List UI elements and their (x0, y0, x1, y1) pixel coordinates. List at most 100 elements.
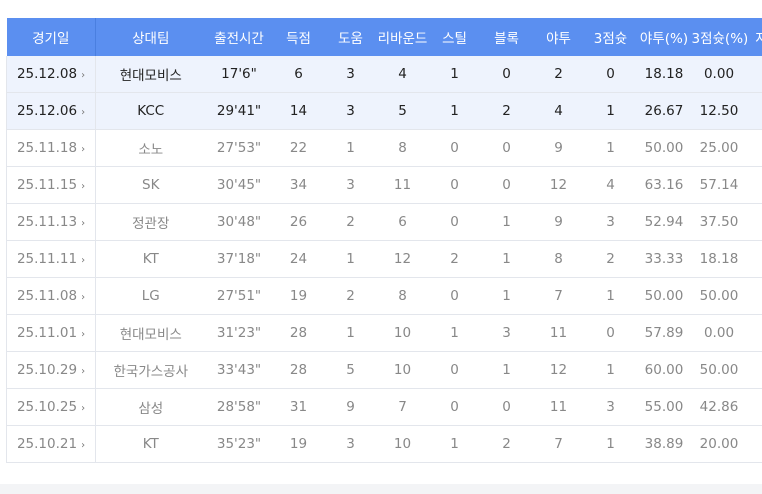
three-pointers-cell: 2 (584, 240, 637, 278)
rebounds-cell: 6 (376, 203, 429, 241)
minutes-cell: 17'6" (205, 56, 273, 93)
header-blocks[interactable]: 블록 (480, 18, 533, 56)
blocks-cell: 1 (480, 203, 533, 241)
game-date-text: 25.10.29 (16, 362, 78, 378)
points-cell: 24 (272, 240, 325, 278)
header-minutes[interactable]: 출전시간 (205, 18, 273, 56)
steals-cell: 0 (428, 129, 481, 167)
opponent-cell: KT (95, 425, 206, 463)
steals-cell: 0 (428, 388, 481, 426)
ft-pct-cell: 100 (746, 92, 762, 130)
fg-pct-cell: 38.89 (636, 425, 692, 463)
header-fg-pct[interactable]: 야투(%) (636, 18, 692, 56)
points-cell: 34 (272, 166, 325, 204)
chevron-right-icon: › (81, 366, 86, 377)
fg-pct-cell: 55.00 (636, 388, 692, 426)
ft-pct-cell: 50 (746, 277, 762, 315)
game-date-link[interactable]: 25.11.01 › (6, 314, 96, 352)
blocks-cell: 0 (480, 388, 533, 426)
game-log-table: 경기일 상대팀 출전시간 득점 도움 리바운드 스틸 블록 야투 3점슛 야투(… (6, 18, 762, 463)
chevron-right-icon: › (81, 181, 86, 192)
header-3p-pct[interactable]: 3점슛(%) (691, 18, 747, 56)
points-cell: 31 (272, 388, 325, 426)
header-assists[interactable]: 도움 (324, 18, 377, 56)
header-three-pointers[interactable]: 3점슛 (584, 18, 637, 56)
field-goals-cell: 11 (532, 388, 585, 426)
rebounds-cell: 4 (376, 56, 429, 93)
opponent-cell: SK (95, 166, 206, 204)
3p-pct-cell: 20.00 (691, 425, 747, 463)
assists-cell: 9 (324, 388, 377, 426)
assists-cell: 1 (324, 314, 377, 352)
field-goals-cell: 7 (532, 425, 585, 463)
header-field-goals[interactable]: 야투 (532, 18, 585, 56)
fg-pct-cell: 18.18 (636, 56, 692, 93)
points-cell: 19 (272, 425, 325, 463)
game-date-link[interactable]: 25.11.11 › (6, 240, 96, 278)
game-date-link[interactable]: 25.12.06 › (6, 92, 96, 130)
ft-pct-cell: 100 (746, 56, 762, 93)
assists-cell: 5 (324, 351, 377, 389)
game-date-link[interactable]: 25.10.29 › (6, 351, 96, 389)
minutes-cell: 30'48" (205, 203, 273, 241)
chevron-right-icon: › (81, 107, 86, 118)
table-body: 25.12.08›현대모비스17'6"634102018.180.0010025… (6, 56, 762, 463)
3p-pct-cell: 18.18 (691, 240, 747, 278)
rebounds-cell: 12 (376, 240, 429, 278)
header-date[interactable]: 경기일 (6, 18, 96, 56)
blocks-cell: 0 (480, 129, 533, 167)
opponent-cell: KT (95, 240, 206, 278)
game-date-link[interactable]: 25.11.18 › (6, 129, 96, 167)
fg-pct-cell: 50.00 (636, 129, 692, 167)
minutes-cell: 30'45" (205, 166, 273, 204)
game-date-link[interactable]: 25.11.15 › (6, 166, 96, 204)
fg-pct-cell: 26.67 (636, 92, 692, 130)
ft-pct-cell: 60 (746, 129, 762, 167)
rebounds-cell: 10 (376, 314, 429, 352)
assists-cell: 1 (324, 129, 377, 167)
table-row: 25.11.01›현대모비스31'23"281101311057.890.007… (6, 314, 762, 352)
game-date-link[interactable]: 25.10.21 › (6, 425, 96, 463)
table-row: 25.10.21›KT35'23"19310127138.8920.0080 (6, 425, 762, 463)
minutes-cell: 37'18" (205, 240, 273, 278)
rebounds-cell: 10 (376, 425, 429, 463)
steals-cell: 1 (428, 425, 481, 463)
game-date-text: 25.11.13 (16, 214, 78, 230)
opponent-cell: 소노 (95, 129, 206, 167)
header-opponent[interactable]: 상대팀 (95, 18, 206, 56)
table-row: 25.12.06›KCC29'41"1435124126.6712.50100 (6, 92, 762, 130)
chevron-right-icon: › (81, 218, 86, 229)
table-header-row: 경기일 상대팀 출전시간 득점 도움 리바운드 스틸 블록 야투 3점슛 야투(… (6, 18, 762, 56)
game-date-link[interactable]: 25.11.13 › (6, 203, 96, 241)
blocks-cell: 0 (480, 56, 533, 93)
field-goals-cell: 9 (532, 129, 585, 167)
header-rebounds[interactable]: 리바운드 (376, 18, 429, 56)
assists-cell: 3 (324, 56, 377, 93)
steals-cell: 1 (428, 92, 481, 130)
3p-pct-cell: 50.00 (691, 351, 747, 389)
table-row: 25.11.18›소노27'53"2218009150.0025.0060 (6, 129, 762, 167)
game-date-text: 25.12.08 (16, 66, 78, 82)
opponent-cell: 한국가스공사 (95, 351, 206, 389)
game-date-text: 25.11.18 (16, 140, 78, 156)
blocks-cell: 2 (480, 425, 533, 463)
game-date-link[interactable]: 25.12.08 › (6, 56, 96, 93)
opponent-cell: 정관장 (95, 203, 206, 241)
ft-pct-cell: 83 (746, 203, 762, 241)
header-points[interactable]: 득점 (272, 18, 325, 56)
3p-pct-cell: 57.14 (691, 166, 747, 204)
3p-pct-cell: 12.50 (691, 92, 747, 130)
three-pointers-cell: 0 (584, 56, 637, 93)
game-date-text: 25.10.25 (16, 399, 78, 415)
table-row: 25.11.15›SK30'45"343110012463.1657.1485 (6, 166, 762, 204)
three-pointers-cell: 1 (584, 425, 637, 463)
game-date-link[interactable]: 25.10.25 › (6, 388, 96, 426)
header-steals[interactable]: 스틸 (428, 18, 481, 56)
assists-cell: 3 (324, 425, 377, 463)
blocks-cell: 0 (480, 166, 533, 204)
ft-pct-cell: 85 (746, 166, 762, 204)
header-ft-pct[interactable]: 자유투 (746, 18, 762, 56)
three-pointers-cell: 3 (584, 203, 637, 241)
three-pointers-cell: 1 (584, 351, 637, 389)
game-date-link[interactable]: 25.11.08 › (6, 277, 96, 315)
